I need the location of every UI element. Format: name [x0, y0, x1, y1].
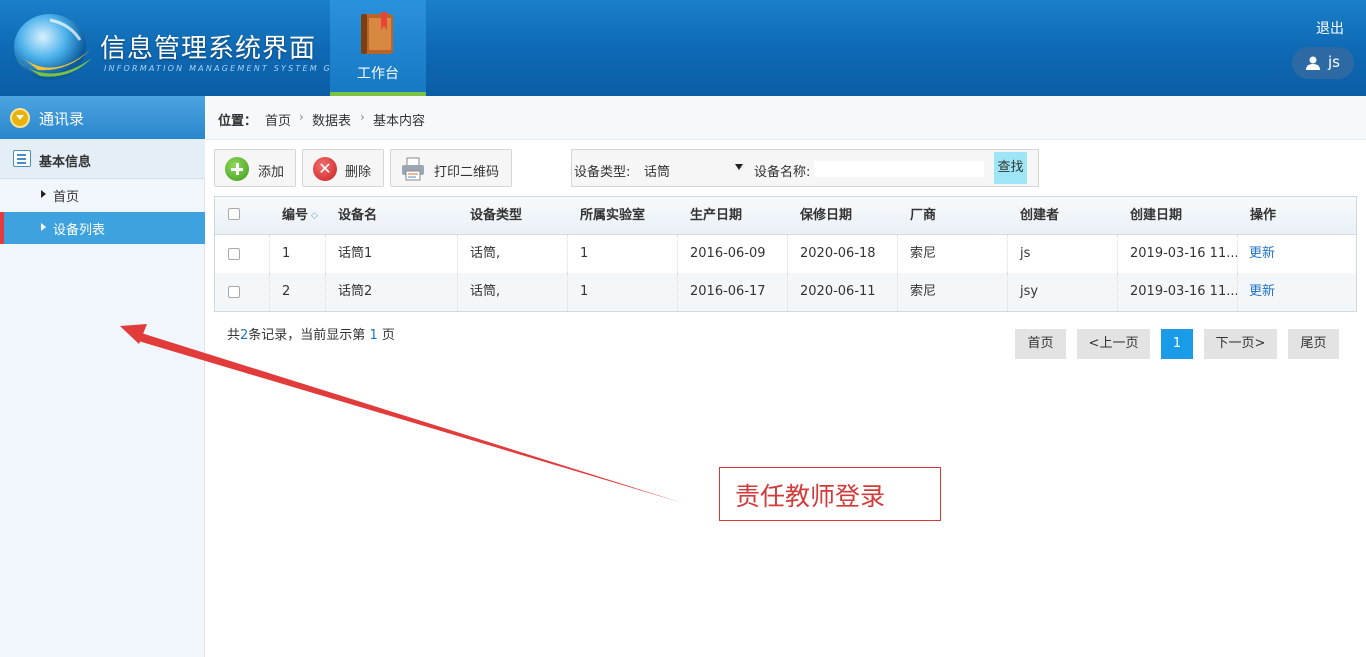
- cell-created: 2019-03-16 11...: [1118, 235, 1238, 273]
- breadcrumb-separator-icon: ›: [299, 110, 304, 124]
- column-header: 厂商: [910, 208, 937, 223]
- breadcrumb-home[interactable]: 首页: [265, 110, 291, 129]
- cell-vendor: 索尼: [898, 273, 1008, 311]
- breadcrumb-separator-icon: ›: [360, 110, 365, 124]
- column-header: 保修日期: [800, 208, 853, 223]
- last-page-button[interactable]: 尾页: [1288, 329, 1339, 359]
- row-select: [215, 235, 270, 273]
- sort-icon[interactable]: ◇: [311, 197, 318, 235]
- update-link[interactable]: 更新: [1249, 246, 1275, 261]
- device-type-label: 设备类型:: [574, 165, 631, 180]
- cell-id: 1: [270, 235, 326, 273]
- sidebar-item-label: 首页: [53, 190, 80, 205]
- printer-icon: [402, 157, 424, 181]
- logout-link[interactable]: 退出: [1316, 18, 1344, 38]
- username: js: [1328, 53, 1340, 71]
- cell-produced: 2016-06-17: [678, 273, 788, 311]
- prev-page-button[interactable]: <上一页: [1077, 329, 1150, 359]
- list-icon: [13, 150, 31, 167]
- column-header: 设备类型: [470, 208, 523, 223]
- close-icon: ✕: [313, 157, 337, 181]
- row-select: [215, 273, 270, 311]
- breadcrumb: 位置： 首页 › 数据表 › 基本内容: [206, 96, 1366, 140]
- caret-right-icon: [41, 190, 46, 198]
- cell-type: 话筒,: [458, 235, 568, 273]
- user-badge[interactable]: js: [1292, 47, 1354, 79]
- column-header: 创建日期: [1130, 208, 1183, 223]
- device-name-label: 设备名称:: [754, 165, 811, 180]
- delete-button[interactable]: ✕ 删除: [302, 149, 384, 187]
- record-summary: 共2条记录，当前显示第 1 页: [227, 328, 395, 343]
- add-button[interactable]: 添加: [214, 149, 296, 187]
- checkbox[interactable]: [228, 248, 240, 260]
- column-header: 设备名: [338, 208, 378, 223]
- sidebar-group-label: 基本信息: [39, 155, 92, 170]
- dropdown-arrow-icon[interactable]: [735, 164, 743, 170]
- next-page-button[interactable]: 下一页>: [1204, 329, 1277, 359]
- breadcrumb-datatable[interactable]: 数据表: [312, 110, 351, 129]
- cell-lab: 1: [568, 273, 678, 311]
- cell-created: 2019-03-16 11...: [1118, 273, 1238, 311]
- print-qr-button[interactable]: 打印二维码: [390, 149, 512, 187]
- cell-type: 话筒,: [458, 273, 568, 311]
- column-header: 创建者: [1020, 208, 1060, 223]
- sidebar-item-home[interactable]: 首页: [0, 179, 205, 211]
- sidebar-group-basic-info[interactable]: 基本信息: [0, 139, 205, 179]
- cell-vendor: 索尼: [898, 235, 1008, 273]
- top-header: 信息管理系统界面 INFORMATION MANAGEMENT SYSTEM G…: [0, 0, 1366, 96]
- user-icon: [1306, 56, 1320, 70]
- table-row: 1 话筒1 话筒, 1 2016-06-09 2020-06-18 索尼 js …: [215, 235, 1356, 273]
- search-button[interactable]: 查找: [994, 152, 1027, 184]
- column-header: 操作: [1250, 208, 1277, 223]
- cell-id: 2: [270, 273, 326, 311]
- first-page-button[interactable]: 首页: [1015, 329, 1066, 359]
- annotation-text: 责任教师登录: [735, 482, 886, 511]
- device-name-input[interactable]: [814, 161, 984, 177]
- breadcrumb-prefix: 位置：: [218, 114, 258, 129]
- globe-logo-icon: [14, 14, 92, 80]
- cell-name: 话筒1: [326, 235, 458, 273]
- sidebar-item-label: 设备列表: [53, 223, 106, 238]
- cell-lab: 1: [568, 235, 678, 273]
- header-select-all[interactable]: [215, 197, 270, 235]
- breadcrumb-current: 基本内容: [373, 114, 426, 129]
- workbench-label: 工作台: [357, 66, 399, 82]
- plus-icon: [225, 157, 249, 181]
- caret-right-icon: [41, 223, 46, 231]
- table-row: 2 话筒2 话筒, 1 2016-06-17 2020-06-11 索尼 jsy…: [215, 273, 1356, 311]
- device-table: 编号 ◇ 设备名 设备类型 所属实验室 生产日期 保修日期 厂商 创建者 创建日期…: [214, 196, 1357, 312]
- app-subtitle: INFORMATION MANAGEMENT SYSTEM GUI: [104, 64, 345, 73]
- update-link[interactable]: 更新: [1249, 284, 1275, 299]
- search-bar: 设备类型: 话筒 设备名称: 查找: [571, 149, 1039, 187]
- chevron-down-icon: [10, 108, 30, 128]
- cell-action: 更新: [1238, 235, 1356, 273]
- delete-label: 删除: [345, 165, 372, 180]
- cell-warranty: 2020-06-11: [788, 273, 898, 311]
- checkbox[interactable]: [228, 286, 240, 298]
- book-icon: [361, 12, 393, 54]
- cell-action: 更新: [1238, 273, 1356, 311]
- app-title: 信息管理系统界面: [100, 34, 317, 64]
- cell-produced: 2016-06-09: [678, 235, 788, 273]
- column-header[interactable]: 编号 ◇: [270, 197, 326, 235]
- sidebar-section-contacts[interactable]: 通讯录: [0, 96, 205, 139]
- add-label: 添加: [258, 165, 285, 180]
- sidebar-section-title: 通讯录: [39, 110, 85, 128]
- current-page-number: 1: [369, 328, 378, 343]
- cell-name: 话筒2: [326, 273, 458, 311]
- workbench-tab[interactable]: 工作台: [330, 0, 426, 96]
- table-header: 编号 ◇ 设备名 设备类型 所属实验室 生产日期 保修日期 厂商 创建者 创建日期…: [215, 197, 1356, 235]
- sidebar-item-device-list[interactable]: 设备列表: [0, 212, 205, 244]
- column-header: 生产日期: [690, 208, 743, 223]
- column-header: 所属实验室: [580, 208, 646, 223]
- checkbox[interactable]: [228, 208, 240, 220]
- device-type-select[interactable]: 话筒: [644, 161, 670, 180]
- page-1-button[interactable]: 1: [1161, 329, 1193, 359]
- cell-warranty: 2020-06-18: [788, 235, 898, 273]
- sidebar: 通讯录 基本信息 首页 设备列表: [0, 96, 205, 657]
- cell-creator: jsy: [1008, 273, 1118, 311]
- cell-creator: js: [1008, 235, 1118, 273]
- print-qr-label: 打印二维码: [434, 165, 500, 180]
- annotation-note: 责任教师登录: [719, 467, 941, 521]
